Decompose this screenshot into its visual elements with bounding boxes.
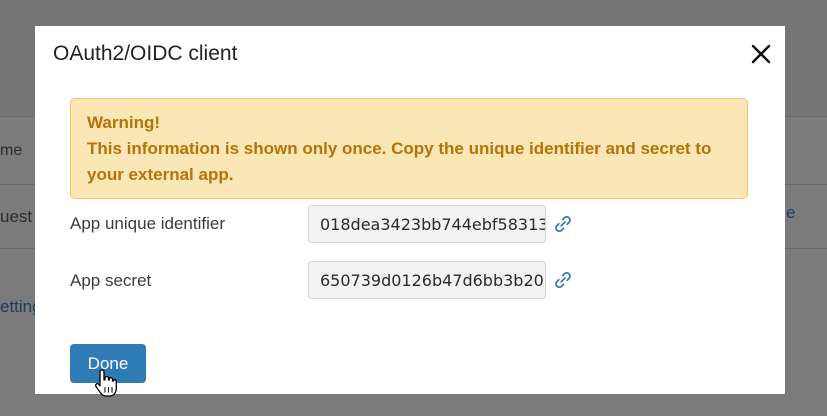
dialog-title: OAuth2/OIDC client	[53, 42, 238, 65]
app-secret-label: App secret	[70, 271, 152, 290]
warning-message: This information is shown only once. Cop…	[87, 139, 712, 184]
close-button[interactable]	[747, 40, 775, 68]
copy-app-secret-button[interactable]	[553, 270, 573, 290]
background-column-header: me	[0, 142, 23, 159]
app-id-field[interactable]	[308, 205, 546, 243]
oauth-client-dialog: OAuth2/OIDC client Warning! This informa…	[35, 26, 785, 394]
link-icon	[555, 271, 571, 289]
background-row-link: e	[786, 203, 796, 222]
app-id-label: App unique identifier	[70, 214, 226, 233]
warning-heading: Warning!	[87, 113, 161, 132]
copy-app-id-button[interactable]	[553, 214, 573, 234]
background-row-text: uest	[0, 207, 33, 226]
app-secret-field[interactable]	[308, 261, 546, 299]
link-icon	[555, 215, 571, 233]
warning-banner: Warning! This information is shown only …	[70, 98, 748, 199]
close-icon	[751, 44, 771, 64]
done-button[interactable]: Done	[70, 344, 146, 383]
